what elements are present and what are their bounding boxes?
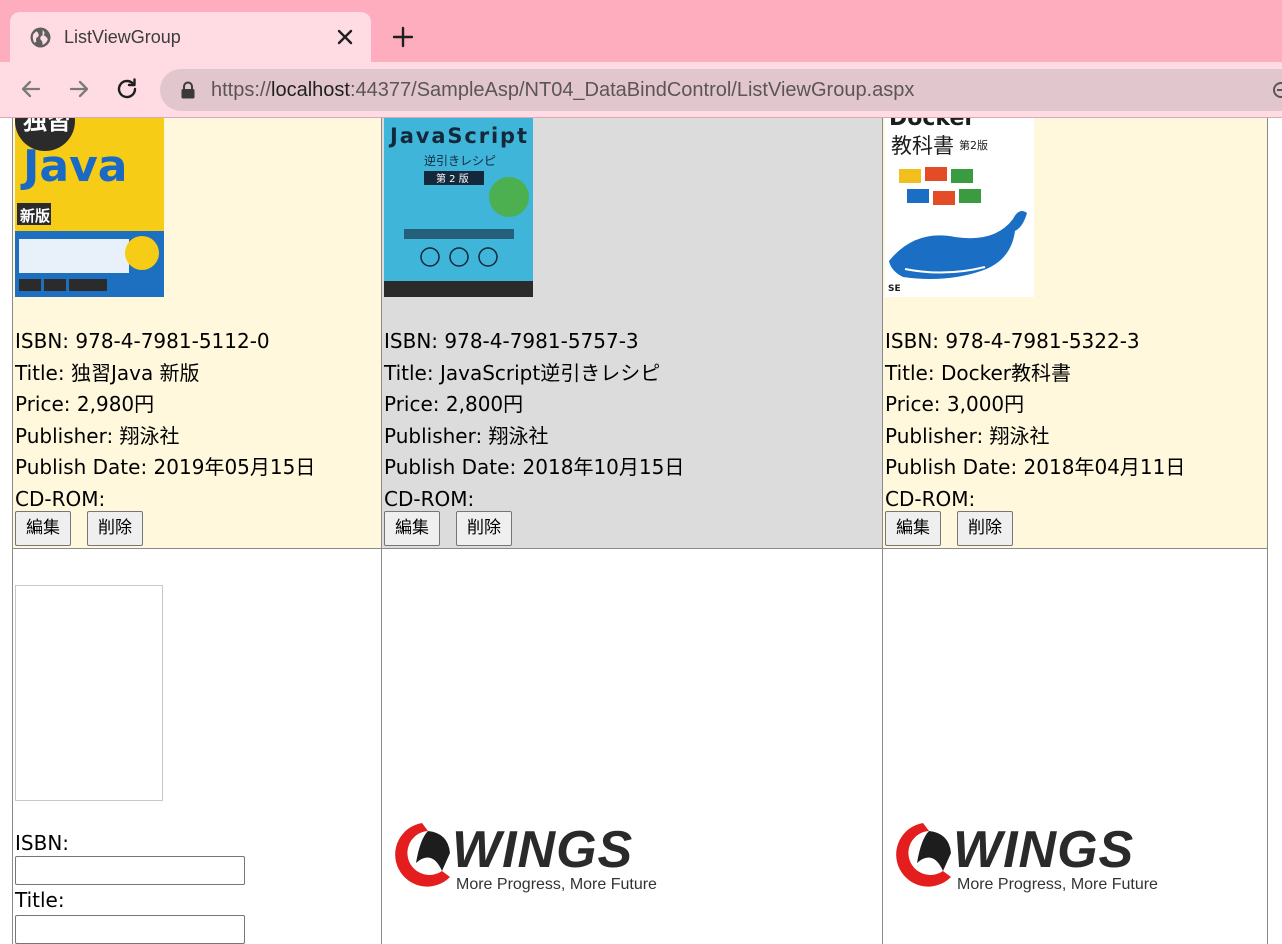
empty-item-1: WINGS More Progress, More Future: [381, 548, 883, 944]
page-viewport[interactable]: 独習 Java 新版 ISBN: 978-4-7981-5112-0 Title…: [0, 118, 1282, 944]
publisher-text: Publisher: 翔泳社: [15, 423, 180, 448]
insert-item: ISBN: Title:: [12, 548, 382, 944]
book-listview: 独習 Java 新版 ISBN: 978-4-7981-5112-0 Title…: [12, 118, 1268, 944]
edit-button[interactable]: 編集: [885, 511, 941, 546]
logo-tagline: More Progress, More Future: [456, 876, 657, 893]
wings-logo: WINGS More Progress, More Future: [395, 821, 657, 893]
cover-title-text: Java: [20, 141, 127, 192]
isbn-text: ISBN: 978-4-7981-5112-0: [15, 329, 270, 353]
book-cover-image: Docker 教科書 第2版 SE: [885, 118, 1034, 297]
cover-title-text: 独習: [23, 118, 71, 135]
publish-date-text: Publish Date: 2019年05月15日: [15, 455, 316, 479]
reload-icon[interactable]: [114, 76, 140, 102]
wings-logo: WINGS More Progress, More Future: [896, 821, 1158, 893]
svg-text:SE: SE: [888, 284, 901, 294]
title-input[interactable]: [15, 915, 245, 944]
empty-cover-image: [15, 585, 163, 801]
book-item-2: JavaScript 逆引きレシピ 第 2 版 ISBN: 978-4-7981…: [381, 118, 883, 549]
address-bar[interactable]: https://localhost:44377/SampleAsp/NT04_D…: [160, 69, 1282, 111]
title-text: Title: JavaScript逆引きレシピ: [384, 360, 661, 385]
forward-icon[interactable]: [66, 76, 92, 102]
plus-icon[interactable]: [391, 25, 415, 49]
logo-name: WINGS: [953, 821, 1134, 879]
browser-toolbar: https://localhost:44377/SampleAsp/NT04_D…: [0, 62, 1282, 118]
cover-edition-text: 新版: [20, 207, 50, 225]
url-host: localhost: [271, 79, 350, 101]
empty-item-2: WINGS More Progress, More Future: [882, 548, 1268, 944]
price-text: Price: 2,800円: [384, 392, 524, 416]
isbn-label: ISBN:: [15, 831, 70, 855]
logo-name: WINGS: [452, 821, 633, 879]
cover-subtitle-text: 教科書: [891, 134, 954, 158]
title-label: Title:: [15, 888, 65, 912]
delete-button[interactable]: 削除: [87, 511, 143, 546]
edit-button[interactable]: 編集: [384, 511, 440, 546]
url-path: :44377/SampleAsp/NT04_DataBindControl/Li…: [349, 79, 915, 101]
table-row: 独習 Java 新版 ISBN: 978-4-7981-5112-0 Title…: [12, 118, 1268, 549]
isbn-text: ISBN: 978-4-7981-5757-3: [384, 329, 639, 353]
cover-edition-text: 第2版: [959, 138, 988, 152]
publish-date-text: Publish Date: 2018年04月11日: [885, 455, 1186, 479]
title-text: Title: Docker教科書: [885, 360, 1071, 385]
cover-title-text: JavaScript: [388, 124, 527, 148]
publisher-text: Publisher: 翔泳社: [384, 423, 549, 448]
price-text: Price: 3,000円: [885, 392, 1025, 416]
url-text[interactable]: https://localhost:44377/SampleAsp/NT04_D…: [211, 79, 914, 102]
tab-strip: ListViewGroup: [0, 0, 1282, 63]
lock-icon[interactable]: [180, 81, 196, 99]
close-icon[interactable]: [333, 25, 357, 49]
publish-date-text: Publish Date: 2018年10月15日: [384, 455, 685, 479]
table-row: ISBN: Title: WINGS More Progress, More F…: [12, 548, 1268, 944]
isbn-text: ISBN: 978-4-7981-5322-3: [885, 329, 1140, 353]
cover-edition-text: 第 2 版: [436, 172, 469, 185]
browser-tab[interactable]: ListViewGroup: [10, 12, 371, 63]
globe-icon: [30, 27, 51, 48]
back-icon[interactable]: [18, 76, 44, 102]
cover-title-text: Docker: [889, 118, 975, 131]
publisher-text: Publisher: 翔泳社: [885, 423, 1050, 448]
cover-subtitle-text: 逆引きレシピ: [424, 153, 496, 168]
isbn-input[interactable]: [15, 856, 245, 885]
title-text: Title: 独習Java 新版: [15, 360, 200, 385]
delete-button[interactable]: 削除: [456, 511, 512, 546]
book-item-1: 独習 Java 新版 ISBN: 978-4-7981-5112-0 Title…: [12, 118, 382, 549]
zoom-icon[interactable]: [1272, 81, 1282, 99]
url-scheme: https://: [211, 79, 272, 101]
logo-tagline: More Progress, More Future: [957, 876, 1158, 893]
price-text: Price: 2,980円: [15, 392, 155, 416]
tab-title: ListViewGroup: [64, 27, 181, 47]
delete-button[interactable]: 削除: [957, 511, 1013, 546]
edit-button[interactable]: 編集: [15, 511, 71, 546]
book-cover-image: JavaScript 逆引きレシピ 第 2 版: [384, 118, 533, 297]
book-cover-image: 独習 Java 新版: [15, 118, 164, 297]
book-item-3: Docker 教科書 第2版 SE ISBN: 978-4-7981-5322-…: [882, 118, 1268, 549]
